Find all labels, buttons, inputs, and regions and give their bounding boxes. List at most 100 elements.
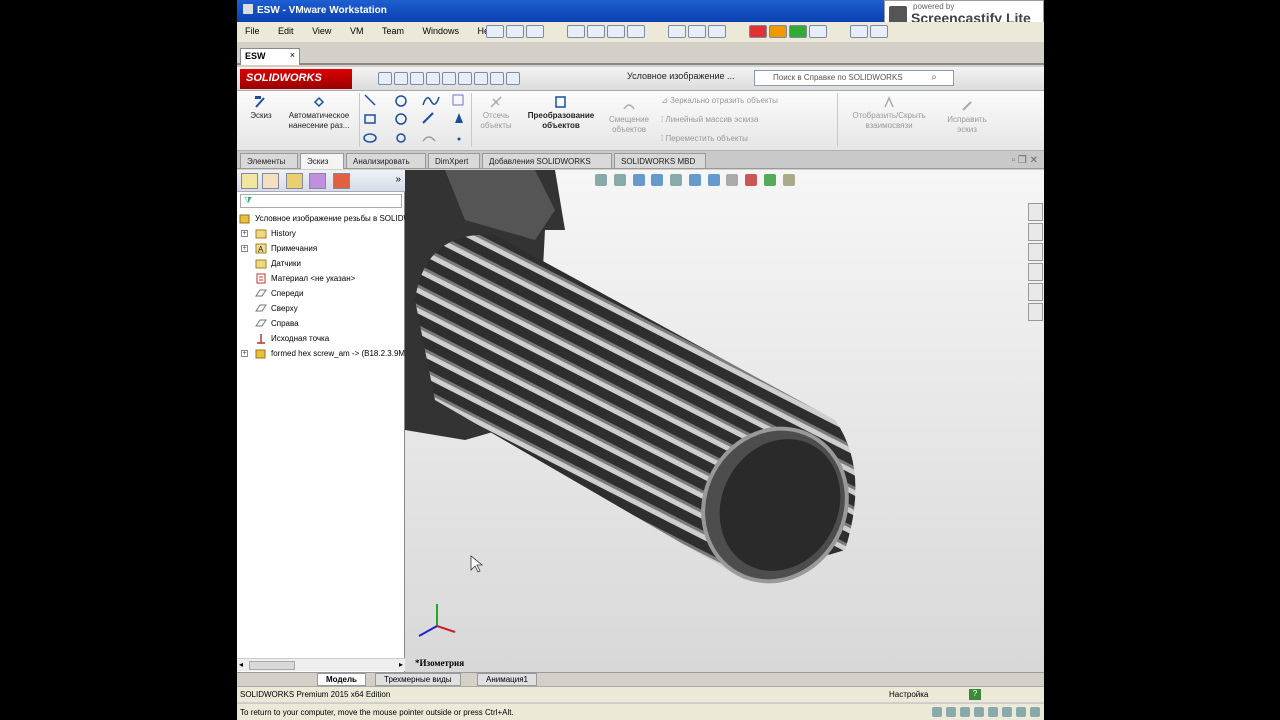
expand-tabs-icon[interactable]: » [395, 174, 401, 185]
resources-tab-icon[interactable] [1028, 203, 1043, 221]
trim-entities-button[interactable]: Отсечь объекты [473, 95, 519, 131]
menu-vm[interactable]: VM [342, 22, 372, 36]
power-on-icon[interactable] [789, 25, 808, 38]
sound-icon[interactable] [1002, 707, 1012, 717]
select-icon[interactable] [458, 72, 472, 85]
file-properties-icon[interactable] [490, 72, 504, 85]
snapshot-icon[interactable] [486, 25, 504, 38]
tree-item-top-plane[interactable]: Сверху [239, 302, 405, 317]
settings-icon[interactable] [850, 25, 869, 38]
scroll-left-icon[interactable]: ◂ [239, 660, 243, 669]
scroll-right-icon[interactable]: ▸ [399, 660, 403, 669]
mirror-entities-button[interactable]: ⊿ Зеркально отразить объекты [661, 96, 778, 105]
close-tab-icon[interactable]: × [290, 50, 295, 60]
tree-item-annotations[interactable]: + A Примечания [239, 242, 405, 257]
undo-icon[interactable] [442, 72, 456, 85]
tree-root[interactable]: Условное изображение резьбы в SOLIDWORKS [239, 212, 405, 227]
view-palette-tab-icon[interactable] [1028, 263, 1043, 281]
tab-sketch[interactable]: Эскиз [300, 153, 344, 169]
menu-view[interactable]: View [304, 22, 339, 36]
new-icon[interactable] [378, 72, 392, 85]
tab-dimxpert[interactable]: DimXpert [428, 153, 480, 169]
status-customize[interactable]: Настройка [889, 690, 928, 699]
appliance-icon[interactable] [688, 25, 707, 38]
power-off-icon[interactable] [749, 25, 768, 38]
configuration-manager-icon[interactable] [286, 173, 303, 189]
display-relations-button[interactable]: Отобразить/Скрыть взаимосвязи [841, 95, 937, 131]
quickswitch-icon[interactable] [607, 25, 626, 38]
network-icon[interactable] [974, 707, 984, 717]
appearances-tab-icon[interactable] [1028, 283, 1043, 301]
linear-pattern-button[interactable]: ⁞ Линейный массив эскиза [661, 115, 758, 124]
tab-evaluate[interactable]: Анализировать [346, 153, 426, 169]
tree-item-hex-screw[interactable]: + formed hex screw_am -> (B18.2.3.9M... [239, 347, 405, 362]
printer-icon[interactable] [1016, 707, 1026, 717]
tab-addins[interactable]: Добавления SOLIDWORKS [482, 153, 612, 169]
scroll-thumb[interactable] [249, 661, 295, 670]
hdd-icon[interactable] [932, 707, 942, 717]
offset-entities-button[interactable]: Смещение объектов [603, 99, 655, 135]
expand-icon[interactable]: + [241, 350, 248, 357]
message-icon[interactable] [1030, 707, 1040, 717]
menu-file[interactable]: File [237, 22, 268, 36]
console-view-icon[interactable] [627, 25, 646, 38]
custom-properties-tab-icon[interactable] [1028, 303, 1043, 321]
suspend-icon[interactable] [769, 25, 788, 38]
property-manager-icon[interactable] [262, 173, 279, 189]
dimxpert-manager-icon[interactable] [309, 173, 326, 189]
unity-icon[interactable] [587, 25, 606, 38]
file-explorer-tab-icon[interactable] [1028, 243, 1043, 261]
restore-icon[interactable]: ❐ [1018, 155, 1027, 166]
sw-logo[interactable]: SOLIDWORKS [240, 69, 352, 89]
graphics-area[interactable]: *Изометрия [405, 170, 1044, 672]
menu-windows[interactable]: Windows [414, 22, 467, 36]
tree-item-origin[interactable]: Исходная точка [239, 332, 405, 347]
summary-icon[interactable] [668, 25, 687, 38]
revert-icon[interactable] [506, 25, 524, 38]
bolt-model[interactable] [405, 170, 1044, 672]
display-manager-icon[interactable] [333, 173, 350, 189]
repair-sketch-button[interactable]: Исправить эскиз [937, 99, 997, 135]
tab-animation[interactable]: Анимация1 [477, 673, 538, 686]
floppy-icon[interactable] [960, 707, 970, 717]
tree-item-material[interactable]: Материал <не указан> [239, 272, 405, 287]
search-icon[interactable]: ⌕ [931, 72, 937, 83]
tree-item-sensors[interactable]: Датчики [239, 257, 405, 272]
print-icon[interactable] [426, 72, 440, 85]
help-icon[interactable]: ? [969, 689, 981, 700]
tab-3d-views[interactable]: Трехмерные виды [375, 673, 461, 686]
options-icon[interactable] [506, 72, 520, 85]
cdrom-icon[interactable] [946, 707, 956, 717]
expand-icon[interactable]: + [241, 230, 248, 237]
fullscreen-icon[interactable] [567, 25, 586, 38]
preferences-icon[interactable] [870, 25, 889, 38]
smart-dimension-button[interactable]: Автоматическое нанесение раз... [279, 95, 359, 131]
tree-item-front-plane[interactable]: Спереди [239, 287, 405, 302]
sketch-button[interactable]: Эскиз [243, 95, 279, 121]
minimize-icon[interactable]: ▫ [1012, 155, 1016, 166]
move-entities-button[interactable]: ⁞ Переместить объекты [661, 134, 748, 143]
tab-features[interactable]: Элементы [240, 153, 298, 169]
tab-model[interactable]: Модель [317, 673, 366, 686]
feature-tree-icon[interactable] [241, 173, 258, 189]
menu-team[interactable]: Team [374, 22, 412, 36]
close-icon[interactable]: ✕ [1030, 155, 1038, 166]
tab-mbd[interactable]: SOLIDWORKS MBD [614, 153, 706, 169]
expand-icon[interactable]: + [241, 245, 248, 252]
help-search-input[interactable]: Поиск в Справке по SOLIDWORKS ⌕ [754, 70, 954, 86]
console-icon[interactable] [708, 25, 727, 38]
menu-edit[interactable]: Edit [270, 22, 302, 36]
tree-item-history[interactable]: + History [239, 227, 405, 242]
tree-item-right-plane[interactable]: Справа [239, 317, 405, 332]
open-icon[interactable] [394, 72, 408, 85]
tree-horizontal-scrollbar[interactable]: ◂ ▸ [237, 658, 405, 671]
usb-icon[interactable] [988, 707, 998, 717]
rebuild-icon[interactable] [474, 72, 488, 85]
tree-filter-input[interactable]: ⧩ [240, 194, 402, 208]
sketch-entities-icons[interactable] [363, 93, 469, 147]
vm-tab-esw[interactable]: ESW × [240, 48, 300, 65]
design-library-tab-icon[interactable] [1028, 223, 1043, 241]
manage-snapshots-icon[interactable] [526, 25, 544, 38]
convert-entities-button[interactable]: Преобразование объектов [519, 95, 603, 131]
reset-icon[interactable] [809, 25, 828, 38]
